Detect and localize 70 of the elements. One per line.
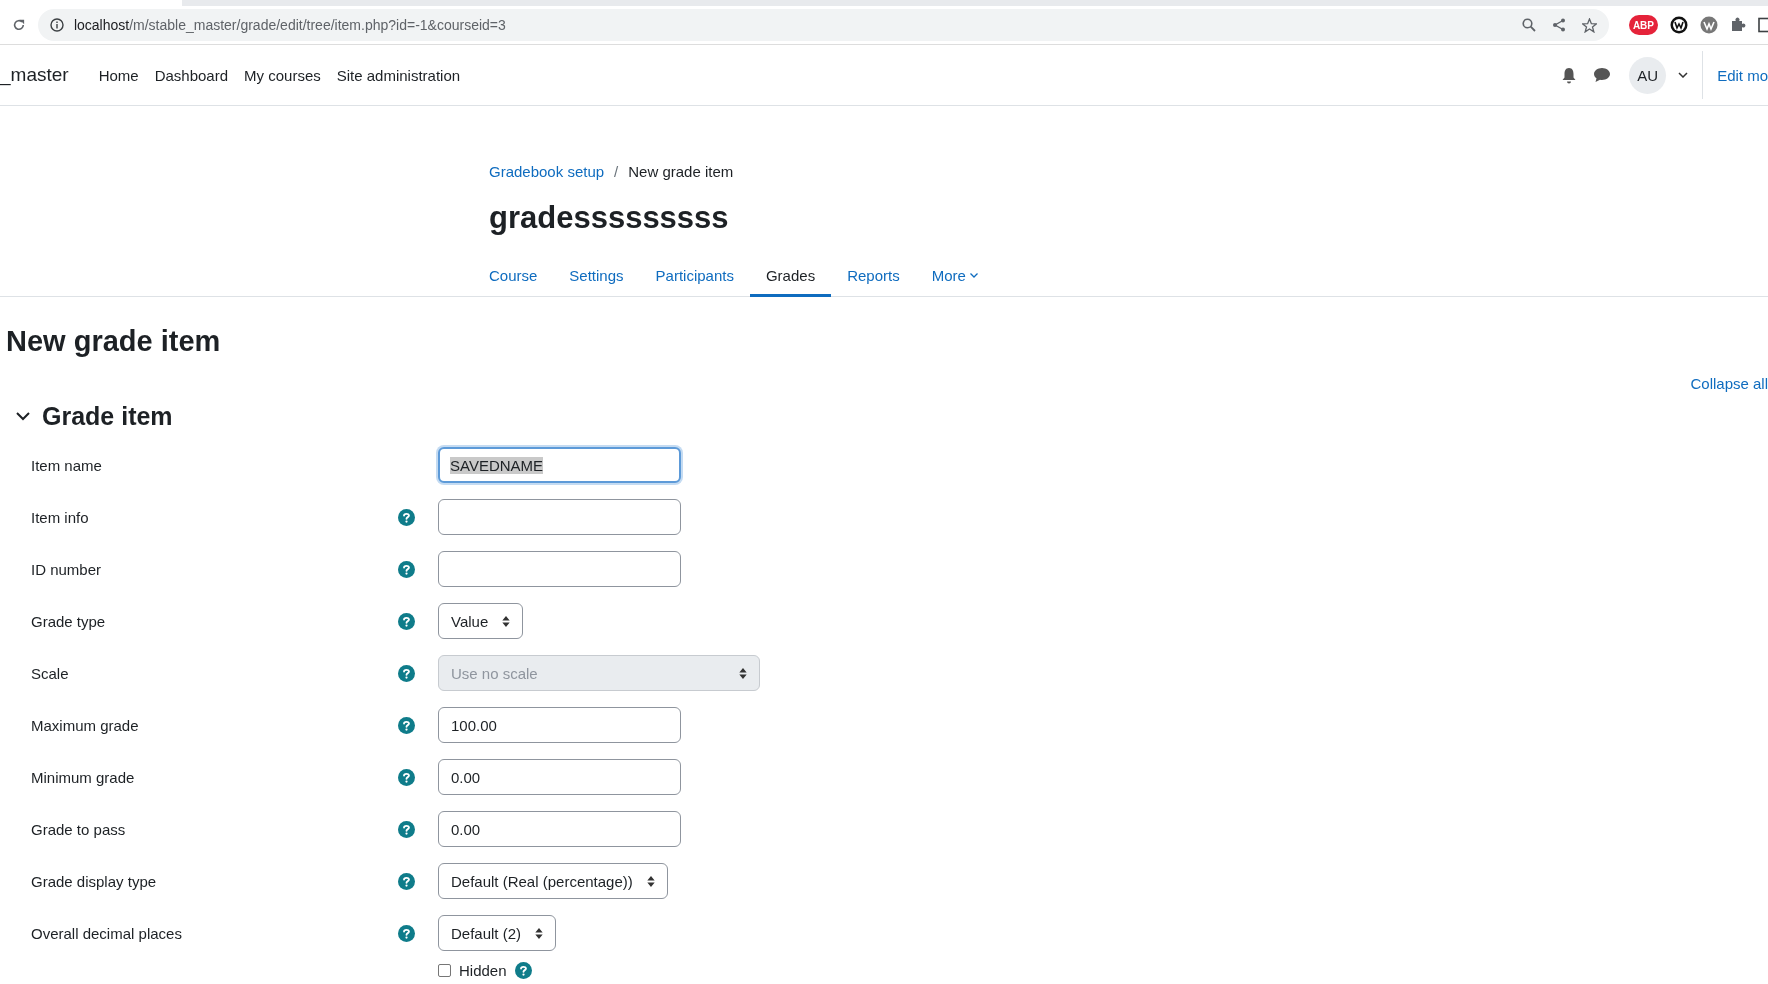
nav-tab[interactable]: Reports — [831, 256, 916, 297]
caret-icon — [969, 272, 978, 278]
text-field[interactable]: 100.00 — [438, 707, 681, 743]
info-icon[interactable] — [49, 18, 64, 32]
select-field[interactable]: Default (2) — [438, 915, 557, 951]
nav-tab[interactable]: Settings — [553, 256, 640, 297]
search-icon[interactable] — [1521, 18, 1536, 32]
address-bar[interactable]: localhost/m/stable_master/grade/edit/tree/item.php?id=-1&courseid=3 — [37, 9, 1609, 41]
field-label: Item name — [31, 456, 102, 474]
field-label: Scale — [31, 664, 69, 682]
site-name[interactable]: _master — [0, 64, 69, 86]
select-field[interactable]: Value — [438, 603, 524, 639]
breadcrumb-separator: / — [614, 162, 619, 180]
help-icon[interactable] — [398, 872, 415, 890]
puzzle-icon[interactable] — [1730, 17, 1746, 33]
nav-tab[interactable]: Grades — [749, 256, 832, 297]
reload-icon[interactable] — [12, 17, 26, 33]
help-icon[interactable] — [398, 768, 415, 786]
circle-extension-icon[interactable] — [1670, 16, 1688, 34]
sort-caret-icon — [646, 875, 655, 887]
text-field[interactable]: 0.00 — [438, 811, 681, 847]
help-icon[interactable] — [398, 560, 415, 578]
text-field[interactable]: 0.00 — [438, 759, 681, 795]
sidebar-icon[interactable] — [1758, 17, 1768, 33]
select-field[interactable]: Default (Real (percentage)) — [438, 863, 668, 899]
url-text: localhost/m/stable_master/grade/edit/tree/item.php?id=-1&courseid=3 — [73, 17, 507, 33]
nav-tab[interactable]: Course — [473, 256, 554, 297]
course-title: gradesssssssss — [489, 199, 730, 237]
breadcrumb-item[interactable]: Gradebook setup — [489, 162, 605, 180]
nav-link[interactable]: Home — [98, 66, 139, 84]
adblock-extension-icon[interactable]: ABP — [1628, 15, 1658, 35]
sort-caret-icon — [739, 667, 747, 679]
chevron-icon[interactable] — [16, 411, 30, 421]
help-icon[interactable] — [398, 924, 415, 942]
text-field[interactable] — [438, 551, 681, 587]
field-label: Item info — [31, 508, 89, 526]
section-heading[interactable]: Grade item — [42, 401, 173, 431]
user-avatar[interactable]: AU — [1629, 56, 1667, 94]
text-field[interactable]: SAVEDNAME — [438, 447, 681, 483]
field-label: Grade to pass — [31, 820, 126, 838]
sort-caret-icon — [535, 927, 544, 939]
field-label: ID number — [31, 560, 102, 578]
field-label: Grade display type — [31, 872, 157, 890]
checkbox[interactable] — [438, 963, 451, 977]
breadcrumb-item: New grade item — [628, 162, 734, 180]
help-icon[interactable] — [398, 508, 415, 526]
field-label: Minimum grade — [31, 768, 135, 786]
nav-tab[interactable]: Participants — [639, 256, 750, 297]
nav-link[interactable]: Dashboard — [154, 66, 229, 84]
field-label: Overall decimal places — [31, 924, 182, 942]
nav-tab[interactable]: More — [915, 256, 994, 297]
edit-mode-label[interactable]: Edit mo — [1717, 66, 1768, 84]
field-label: Grade type — [31, 612, 106, 630]
chat-icon[interactable] — [1593, 67, 1612, 83]
nav-link[interactable]: My courses — [244, 66, 321, 84]
checkbox-label: Hidden — [459, 962, 507, 978]
sort-caret-icon — [502, 615, 511, 627]
help-icon[interactable] — [398, 820, 415, 838]
page-heading: New grade item — [6, 324, 222, 359]
star-icon[interactable] — [1581, 17, 1597, 33]
share-icon[interactable] — [1551, 18, 1566, 32]
field-label: Maximum grade — [31, 716, 139, 734]
collapse-all-link[interactable]: Collapse all — [1690, 375, 1768, 397]
help-icon[interactable] — [398, 612, 415, 630]
caret-icon[interactable] — [1678, 72, 1689, 78]
bell-icon[interactable] — [1561, 66, 1578, 84]
nav-link[interactable]: Site administration — [336, 66, 461, 84]
text-field[interactable] — [438, 499, 681, 535]
help-icon[interactable] — [398, 716, 415, 734]
help-icon[interactable] — [514, 961, 532, 979]
